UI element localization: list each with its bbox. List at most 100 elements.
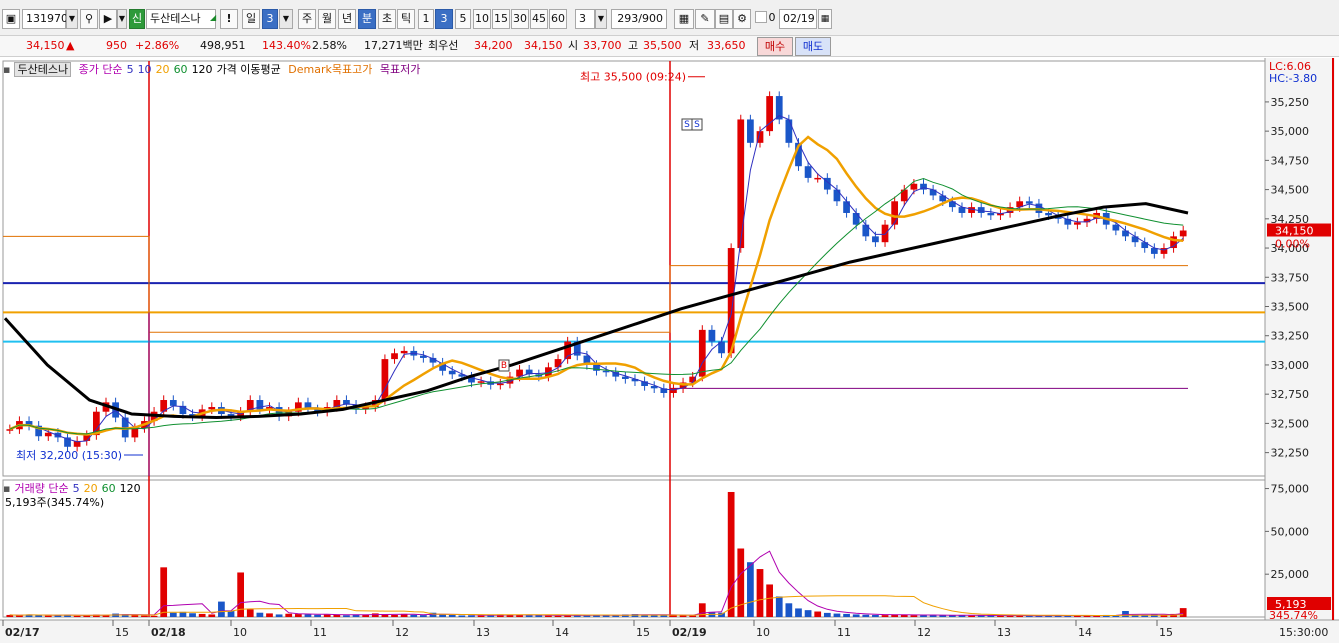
time-axis-label: 14 <box>1078 626 1092 639</box>
candle-body <box>804 166 812 178</box>
candle-body <box>448 370 456 375</box>
interval-input[interactable]: 3 <box>575 9 595 29</box>
toolbar: ▣ 131970 ▼ ⚲ ▶ ▼ 신 두산테스나 ◢ ! 일 3 주 월 년 분 초 틱 ▼ 1 3… <box>0 0 1339 36</box>
interval-button[interactable]: 60 <box>549 9 567 29</box>
candle-body <box>1179 230 1187 237</box>
interval-button[interactable]: 45 <box>530 9 548 29</box>
change-percent: +2.86% <box>135 39 180 52</box>
date-input[interactable]: 02/19 <box>779 9 817 29</box>
volume-bar <box>727 491 735 617</box>
price-tag: 34,150 <box>1275 225 1314 238</box>
candle-body <box>737 119 745 249</box>
interval-button[interactable]: 30 <box>511 9 529 29</box>
period-button[interactable]: 3 <box>262 9 278 29</box>
signal-marker-label: B <box>501 361 507 371</box>
volume-bar <box>766 584 773 617</box>
current-price: 34,150 <box>26 39 65 52</box>
volume-bar <box>266 613 273 617</box>
volume-bar <box>968 615 975 617</box>
sound-icon[interactable]: ▶ <box>99 9 117 29</box>
volume-bar <box>823 612 831 617</box>
volume-ma-120: 120 <box>119 482 141 495</box>
volume-bar <box>545 615 552 617</box>
bid-price: 34,150 <box>524 39 563 52</box>
legend-demark-low: 목표저가 <box>379 63 421 76</box>
period-button[interactable]: 년 <box>338 9 356 29</box>
period-dropdown-icon[interactable]: ▼ <box>279 9 293 29</box>
price-change: 950 <box>106 39 127 52</box>
candle-body <box>400 350 408 354</box>
stock-code-input[interactable]: 131970 <box>22 9 68 29</box>
open-price: 33,700 <box>583 39 622 52</box>
code-dropdown-icon[interactable]: ▼ <box>66 9 78 29</box>
date-checkbox[interactable] <box>755 11 767 23</box>
period-button[interactable]: 초 <box>378 9 396 29</box>
volume-bar <box>160 567 168 617</box>
calendar-icon[interactable]: ▦ <box>818 9 832 29</box>
alert-button[interactable]: ! <box>220 9 238 29</box>
volume-bar <box>391 614 398 617</box>
stock-settings-button[interactable]: ▣ <box>2 9 20 29</box>
time-axis-label: 13 <box>997 626 1011 639</box>
legend-ma-label: 가격 이동평균 <box>216 63 281 76</box>
volume-bar <box>814 611 822 617</box>
time-label: 15:30:00 <box>1279 626 1328 639</box>
period-button[interactable]: 틱 <box>397 9 415 29</box>
save-icon[interactable]: ▤ <box>715 9 733 29</box>
candle-body <box>708 329 716 342</box>
price-chart-svg[interactable]: 35,25035,00034,75034,50034,25034,00033,7… <box>0 58 1339 643</box>
corner-flag-icon: ◢ <box>210 13 217 22</box>
right-axis-panel <box>1265 58 1335 643</box>
period-button[interactable]: 월 <box>318 9 336 29</box>
chart-area[interactable]: 35,250 35,000 34,750 34,500 34,250 34,000 33,7… <box>0 58 1339 643</box>
grid-tool-icon[interactable]: ▦ <box>674 9 694 29</box>
up-arrow-icon: ▲ <box>66 39 75 52</box>
period-button[interactable]: 주 <box>298 9 316 29</box>
time-axis-label: 02/17 <box>5 626 40 639</box>
interval-button[interactable]: 15 <box>492 9 510 29</box>
volume-ratio: 143.40% <box>262 39 311 52</box>
period-button[interactable]: 분 <box>358 9 376 29</box>
candle-body <box>698 329 706 377</box>
stock-name-field[interactable]: 두산테스나 <box>146 9 216 29</box>
candle-body <box>987 212 995 216</box>
volume-bar <box>343 615 350 617</box>
low-label: 저 <box>689 39 700 52</box>
candle-body <box>814 177 822 180</box>
volume-bar <box>1179 608 1187 617</box>
volume-bar <box>237 572 245 617</box>
count-input[interactable]: 293/900 <box>611 9 667 29</box>
period-button[interactable]: 일 <box>242 9 260 29</box>
volume-bar <box>246 609 254 617</box>
buy-button[interactable]: 매수 <box>757 37 793 56</box>
volume-bar <box>468 615 475 617</box>
interval-button[interactable]: 5 <box>455 9 471 29</box>
interval-button[interactable]: 3 <box>435 9 453 29</box>
candle-body <box>208 407 216 410</box>
time-axis-label: 15 <box>636 626 650 639</box>
ask-price: 34,200 <box>474 39 513 52</box>
drawing-tool-icon[interactable]: ✎ <box>695 9 715 29</box>
volume-bar <box>208 614 216 617</box>
candle-body <box>1045 212 1052 216</box>
candle-body <box>766 96 773 132</box>
volume-bar <box>410 614 418 617</box>
legend-stock-name[interactable]: 두산테스나 <box>14 62 72 77</box>
volume-value: 498,951 <box>200 39 246 52</box>
interval-button[interactable]: 10 <box>473 9 491 29</box>
interval-dropdown-icon[interactable]: ▼ <box>595 9 607 29</box>
interval-button[interactable]: 1 <box>418 9 434 29</box>
time-axis-label: 12 <box>395 626 409 639</box>
candle-body <box>1074 222 1081 225</box>
candle-body <box>891 201 899 225</box>
sound-dropdown-icon[interactable]: ▼ <box>117 9 127 29</box>
price-axis-label: 32,500 <box>1271 417 1310 430</box>
volume-bar <box>795 608 802 617</box>
price-axis-label: 32,750 <box>1271 388 1310 401</box>
candle-body <box>169 400 177 406</box>
volume-bar <box>477 615 485 617</box>
search-icon[interactable]: ⚲ <box>80 9 98 29</box>
volume-bar <box>285 613 293 617</box>
gear-icon[interactable]: ⚙ <box>733 9 751 29</box>
sell-button[interactable]: 매도 <box>795 37 831 56</box>
